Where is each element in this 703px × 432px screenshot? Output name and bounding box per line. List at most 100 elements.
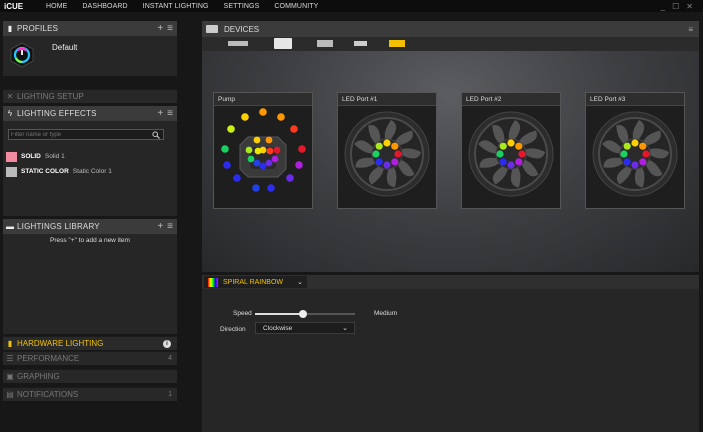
effect-item-solid[interactable]: SOLID Solid 1 (6, 151, 65, 162)
pump-led (253, 159, 261, 167)
rainbow-icon (208, 277, 218, 287)
notifications-title: NOTIFICATIONS (17, 390, 79, 399)
pump-led (277, 113, 285, 121)
graphing-icon: ▣ (6, 372, 14, 381)
fan-led (391, 158, 399, 166)
notifications-icon: ▤ (6, 390, 14, 399)
fan-led (507, 139, 515, 147)
effect-dropdown[interactable]: SPIRAL RAINBOW ⌄ (204, 276, 307, 288)
add-effect-button[interactable]: + (157, 108, 163, 119)
fan-led (383, 161, 391, 169)
device-card-pump[interactable]: Pump (213, 92, 313, 209)
devices-title: DEVICES (224, 24, 260, 34)
device-tab-motherboard[interactable] (317, 40, 333, 47)
nav-settings[interactable]: SETTINGS (224, 3, 260, 10)
fan-led (515, 142, 523, 150)
device-card-led-port-2[interactable]: LED Port #2 (461, 92, 561, 209)
library-title: LIGHTINGS LIBRARY (17, 222, 100, 231)
graphing-section[interactable]: ▣ GRAPHING (3, 369, 177, 383)
pump-led (286, 174, 294, 182)
effect-color-swatch (6, 166, 17, 177)
profile-icon: ▮ (7, 24, 13, 33)
pump-led (245, 146, 253, 154)
add-profile-button[interactable]: + (157, 23, 163, 34)
profile-name: Default (52, 43, 78, 52)
effects-menu-button[interactable]: ≡ (167, 108, 173, 119)
profiles-title: PROFILES (17, 24, 59, 33)
performance-section[interactable]: ☰ PERFORMANCE 4 (3, 351, 177, 365)
fan-led (394, 150, 402, 158)
profiles-menu-button[interactable]: ≡ (167, 23, 173, 34)
devices-menu-button[interactable]: ≡ (688, 25, 693, 34)
filter-box (8, 129, 164, 140)
fan-led (642, 150, 650, 158)
fan-led (375, 142, 383, 150)
nav-instant-lighting[interactable]: INSTANT LIGHTING (143, 3, 209, 10)
pump-led (259, 108, 267, 116)
hardware-lighting-icon: ▮ (7, 339, 13, 348)
fan-led (372, 150, 380, 158)
chevron-down-icon: ⌄ (342, 325, 348, 332)
device-tab-fan-controller[interactable] (274, 38, 292, 49)
info-icon[interactable]: i (163, 339, 171, 348)
speed-slider-handle[interactable] (299, 310, 307, 318)
pump-led (271, 155, 279, 163)
fan-led (499, 142, 507, 150)
effect-name: Solid 1 (44, 153, 65, 160)
pump-led (241, 113, 249, 121)
device-card-led-port-1[interactable]: LED Port #1 (337, 92, 437, 209)
fan-led (496, 150, 504, 158)
close-button[interactable]: ✕ (686, 2, 693, 11)
search-icon[interactable] (152, 131, 160, 139)
direction-value: Clockwise (263, 324, 293, 332)
device-card-led-port-3[interactable]: LED Port #3 (585, 92, 685, 209)
device-tab-gpu[interactable] (354, 41, 367, 46)
pump-led (266, 147, 274, 155)
pump-led (227, 125, 235, 133)
performance-title: PERFORMANCE (17, 354, 80, 363)
nav-home[interactable]: HOME (46, 3, 67, 10)
add-library-button[interactable]: + (157, 221, 163, 232)
device-card-label: LED Port #1 (338, 93, 436, 106)
device-tab-memory[interactable] (228, 41, 248, 46)
hardware-lighting-title: HARDWARE LIGHTING (17, 339, 104, 348)
window-controls: _ ☐ ✕ (661, 0, 693, 12)
performance-icon: ☰ (6, 354, 14, 363)
nav-community[interactable]: COMMUNITY (274, 3, 318, 10)
effect-item-static-color[interactable]: STATIC COLOR Static Color 1 (6, 166, 112, 177)
pump-led (247, 155, 255, 163)
pump-led (298, 145, 306, 153)
pump-led (267, 184, 275, 192)
nav-dashboard[interactable]: DASHBOARD (82, 3, 127, 10)
fan-led (375, 158, 383, 166)
profile-item-default[interactable]: Default (3, 36, 177, 76)
speed-slider[interactable] (255, 310, 355, 318)
device-tab-lighting-node[interactable] (389, 40, 405, 47)
maximize-button[interactable]: ☐ (672, 2, 679, 11)
wrench-icon: ✕ (6, 92, 14, 101)
library-menu-button[interactable]: ≡ (167, 221, 173, 232)
fan-led (631, 161, 639, 169)
effect-settings-panel: Speed Medium Direction Clockwise ⌄ (202, 289, 699, 432)
lighting-effects-list: SOLID Solid 1 STATIC COLOR Static Color … (3, 121, 177, 216)
hardware-lighting-section[interactable]: ▮ HARDWARE LIGHTING i (3, 336, 177, 350)
device-card-label: LED Port #3 (586, 93, 684, 106)
filter-input[interactable] (11, 130, 146, 139)
minimize-button[interactable]: _ (661, 2, 665, 11)
fan-led (623, 142, 631, 150)
notifications-section[interactable]: ▤ NOTIFICATIONS 1 (3, 387, 177, 401)
pump-led (253, 136, 261, 144)
speed-slider-fill (255, 313, 303, 315)
device-card-label: LED Port #2 (462, 93, 560, 106)
fan-led (518, 150, 526, 158)
lighting-setup-header[interactable]: ✕ LIGHTING SETUP (3, 89, 177, 103)
fan-led (639, 142, 647, 150)
top-nav-bar: iCUE HOME DASHBOARD INSTANT LIGHTING SET… (0, 0, 703, 12)
pump-led (265, 159, 273, 167)
fan-led (391, 142, 399, 150)
direction-select[interactable]: Clockwise ⌄ (255, 322, 355, 334)
effect-type: STATIC COLOR (21, 168, 69, 175)
effect-type: SOLID (21, 153, 41, 160)
fan-led (631, 139, 639, 147)
speed-value: Medium (374, 310, 398, 317)
